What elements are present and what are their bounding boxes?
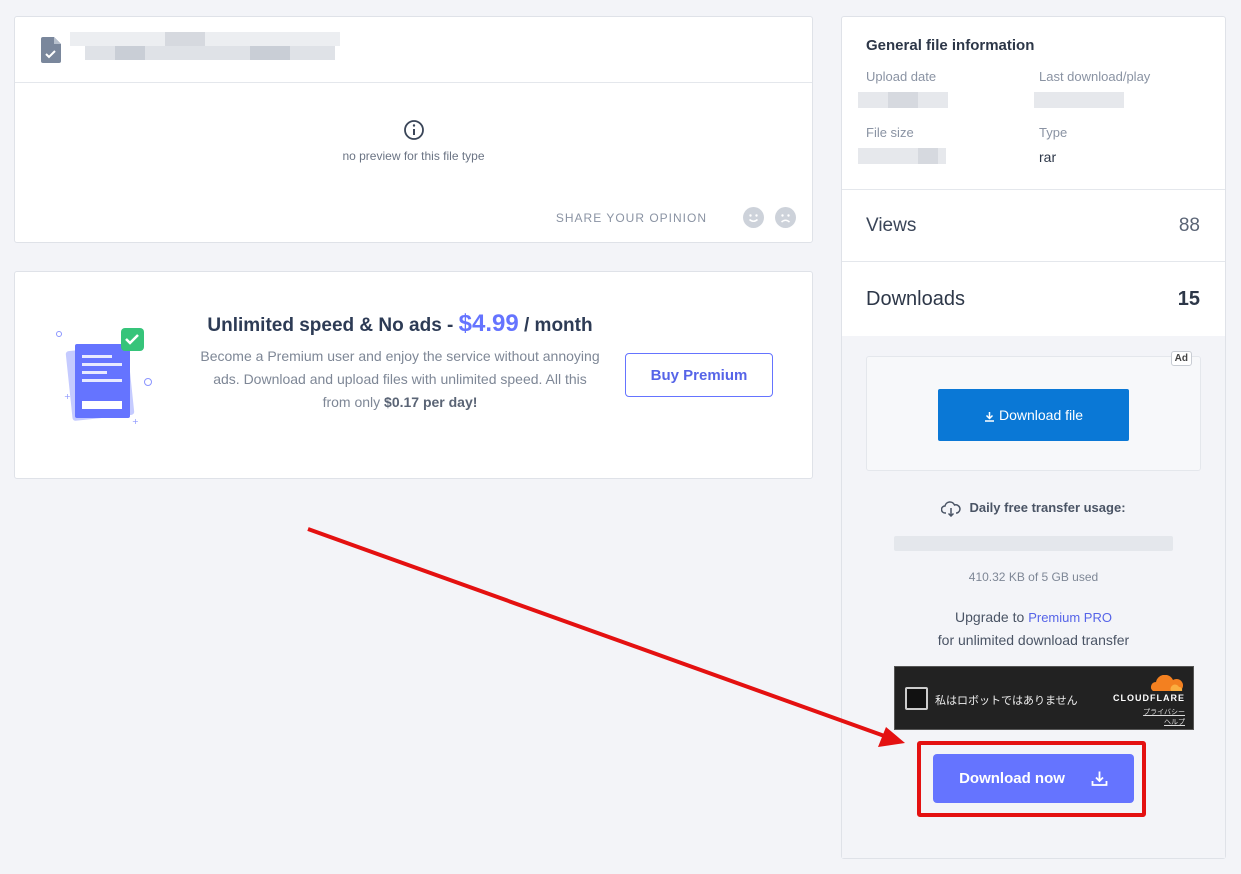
premium-promo-card: + + Unlimited speed & No ads - $4.99 / m… bbox=[14, 271, 813, 479]
cloudflare-captcha: 私はロボットではありません CLOUDFLARE プライバシー ヘルプ bbox=[894, 666, 1194, 730]
upgrade-suffix: for unlimited download transfer bbox=[937, 632, 1130, 648]
premium-title-prefix: Unlimited speed & No ads - bbox=[207, 315, 459, 336]
views-row: Views 88 bbox=[842, 190, 1225, 262]
captcha-privacy-link[interactable]: プライバシー bbox=[1143, 707, 1185, 717]
upgrade-message: Upgrade to Premium PRO for unlimited dow… bbox=[842, 606, 1225, 651]
ad-download-label: Download file bbox=[998, 407, 1084, 423]
download-now-button[interactable]: Download now bbox=[933, 754, 1134, 803]
cloudflare-cloud-icon bbox=[1151, 675, 1183, 691]
captcha-help-link[interactable]: ヘルプ bbox=[1143, 717, 1185, 727]
info-icon bbox=[403, 120, 424, 140]
ad-box: Ad Download file bbox=[866, 351, 1201, 471]
no-preview-message: no preview for this file type bbox=[342, 149, 485, 163]
premium-promo-text: Unlimited speed & No ads - $4.99 / month… bbox=[200, 312, 600, 414]
type-label: Type bbox=[1039, 125, 1068, 140]
svg-text:+: + bbox=[64, 392, 71, 401]
download-panel: Ad Download file Daily free transfer usa… bbox=[842, 336, 1225, 858]
ad-download-file-button[interactable]: Download file bbox=[938, 389, 1129, 441]
type-value: rar bbox=[1039, 149, 1057, 165]
premium-description: Become a Premium user and enjoy the serv… bbox=[200, 345, 600, 414]
upload-date-label: Upload date bbox=[866, 69, 937, 84]
download-arrow-icon bbox=[984, 411, 994, 422]
transfer-usage-header: Daily free transfer usage: bbox=[842, 500, 1225, 517]
info-title: General file information bbox=[866, 37, 1035, 54]
transfer-usage-title: Daily free transfer usage: bbox=[969, 500, 1126, 515]
file-info-sidebar: General file information Upload date Las… bbox=[841, 16, 1226, 859]
downloads-label: Downloads bbox=[866, 287, 965, 310]
frown-icon[interactable] bbox=[775, 207, 796, 228]
smile-icon[interactable] bbox=[743, 207, 764, 228]
download-now-label: Download now bbox=[959, 769, 1065, 787]
svg-text:+: + bbox=[132, 417, 139, 426]
downloads-count: 15 bbox=[1177, 287, 1200, 310]
general-file-information: General file information Upload date Las… bbox=[842, 17, 1225, 190]
downloads-row: Downloads 15 bbox=[842, 262, 1225, 337]
file-check-icon bbox=[41, 37, 61, 63]
file-card: no preview for this file type SHARE YOUR… bbox=[14, 16, 813, 243]
upgrade-prefix: Upgrade to bbox=[955, 609, 1025, 625]
premium-price: $4.99 bbox=[458, 310, 519, 337]
captcha-label: 私はロボットではありません bbox=[935, 694, 1078, 707]
transfer-used-text: 410.32 KB of 5 GB used bbox=[968, 570, 1099, 584]
buy-premium-button[interactable]: Buy Premium bbox=[625, 353, 773, 397]
share-opinion: SHARE YOUR OPINION bbox=[556, 207, 796, 228]
views-label: Views bbox=[866, 214, 917, 236]
file-size-label: File size bbox=[866, 125, 914, 140]
premium-title: Unlimited speed & No ads - $4.99 / month bbox=[200, 312, 600, 337]
share-opinion-label: SHARE YOUR OPINION bbox=[555, 210, 707, 225]
premium-pro-link[interactable]: Premium PRO bbox=[1028, 610, 1112, 625]
captcha-checkbox[interactable] bbox=[905, 687, 928, 710]
views-count: 88 bbox=[1178, 214, 1200, 236]
premium-title-suffix: / month bbox=[518, 315, 593, 336]
premium-document-illustration: + + bbox=[56, 328, 152, 426]
premium-daily-price: $0.17 per day! bbox=[384, 394, 478, 410]
ad-badge: Ad bbox=[1170, 351, 1192, 366]
last-download-label: Last download/play bbox=[1039, 69, 1151, 84]
preview-info: no preview for this file type bbox=[15, 119, 812, 163]
download-tray-icon bbox=[1091, 771, 1108, 787]
transfer-usage-bar bbox=[894, 536, 1173, 551]
cloudflare-logo: CLOUDFLARE bbox=[1113, 693, 1185, 703]
captcha-links: プライバシー ヘルプ bbox=[1143, 707, 1185, 727]
cloud-download-icon bbox=[941, 500, 962, 517]
file-header bbox=[15, 17, 812, 83]
